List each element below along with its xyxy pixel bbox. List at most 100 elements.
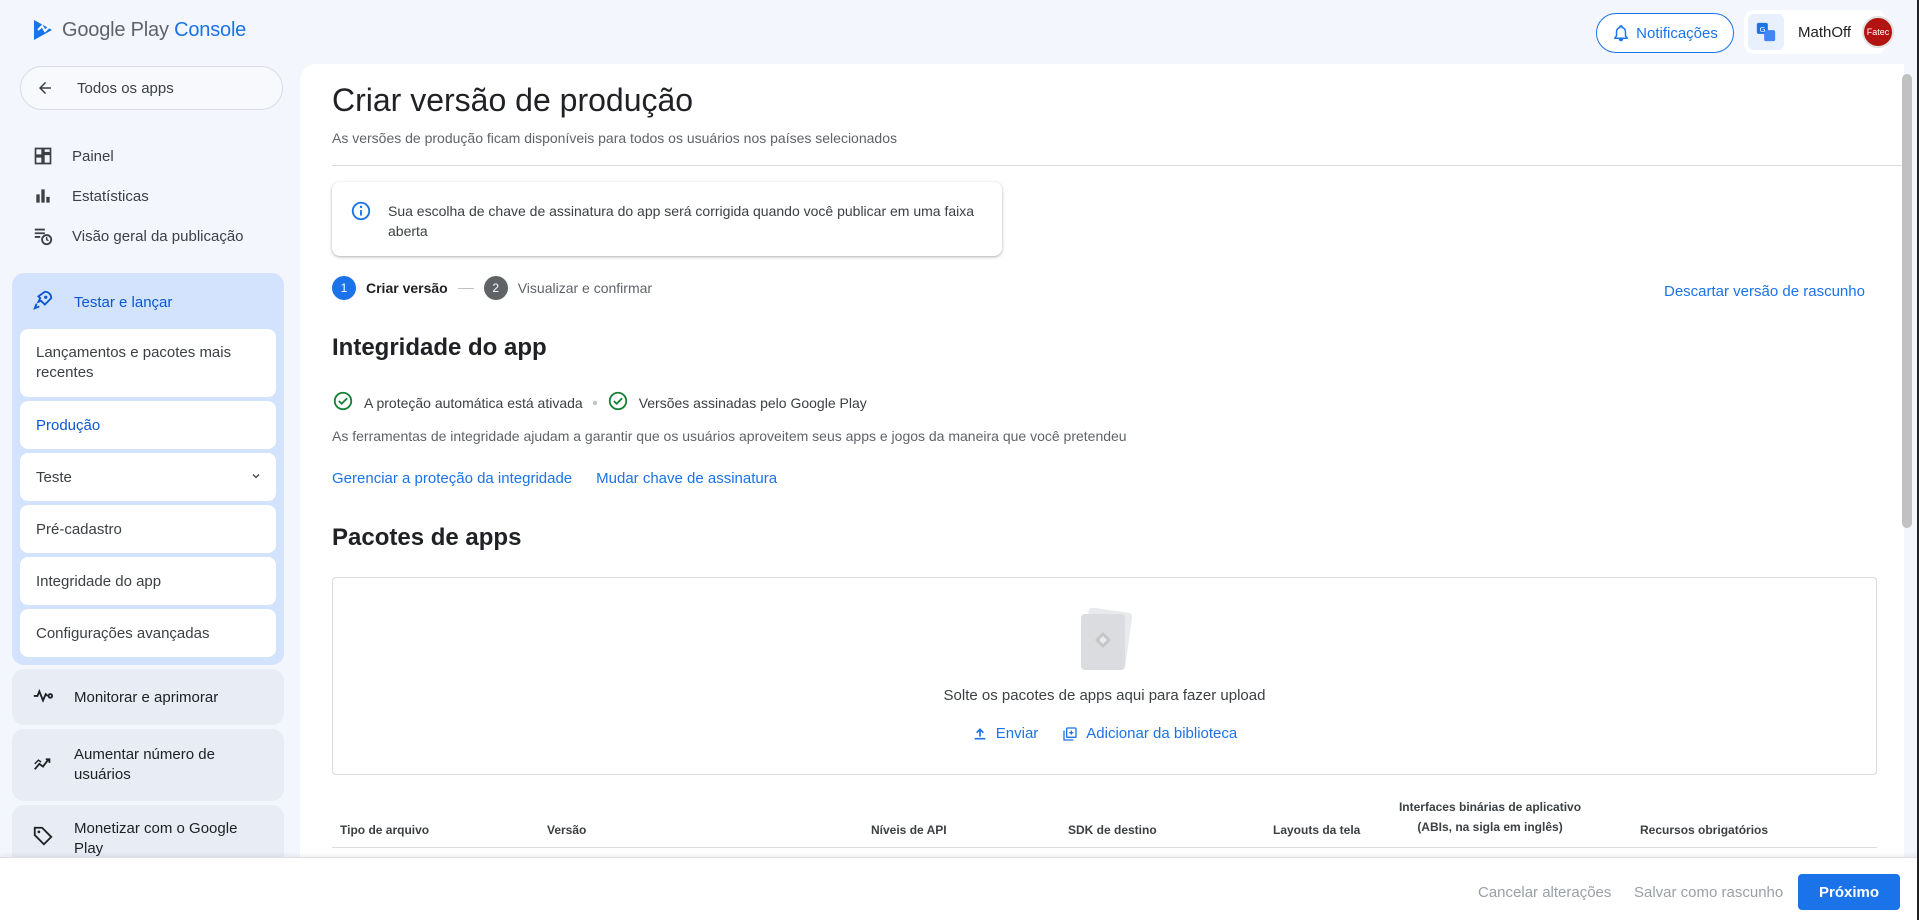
check-circle-icon — [607, 390, 629, 415]
sidebar-group-label: Testar e lançar — [74, 293, 173, 311]
top-bar: Google Play Console Notificações G MathO… — [0, 0, 1919, 64]
integrity-section-title: Integridade do app — [332, 334, 547, 361]
sidebar-item-latest-releases[interactable]: Lançamentos e pacotes mais recentes — [20, 329, 276, 397]
add-from-library-button[interactable]: Adicionar da biblioteca — [1062, 725, 1237, 742]
page-title: Criar versão de produção — [332, 82, 694, 118]
upload-icon — [974, 727, 986, 739]
step-1-label: Criar versão — [366, 280, 448, 296]
sidebar-item-monitor[interactable]: Monitorar e aprimorar — [12, 669, 284, 725]
next-button[interactable]: Próximo — [1798, 874, 1900, 910]
notifications-button[interactable]: Notificações — [1596, 13, 1734, 53]
separator-dot — [592, 400, 597, 405]
bundles-section-title: Pacotes de apps — [332, 524, 522, 551]
step-2-number: 2 — [483, 276, 508, 300]
dropzone-text: Solte os pacotes de apps aqui para fazer… — [943, 687, 1266, 704]
column-file-type: Tipo de arquivo — [340, 823, 430, 837]
bar-chart-icon — [32, 185, 54, 207]
library-add-icon — [1063, 726, 1077, 741]
integrity-check-1: A proteção automática está ativada — [364, 394, 583, 411]
discard-draft-link[interactable]: Descartar versão de rascunho — [1664, 283, 1865, 300]
stepper: 1 Criar versão 2 Visualizar e confirmar — [332, 276, 652, 300]
sidebar-item-dashboard[interactable]: Painel — [32, 145, 114, 167]
change-signing-key-link[interactable]: Mudar chave de assinatura — [596, 470, 777, 487]
sidebar-subitem-label: Pré-cadastro — [36, 520, 122, 538]
all-apps-button[interactable]: Todos os apps — [20, 66, 283, 110]
tag-icon — [32, 825, 56, 853]
sidebar-item-production[interactable]: Produção — [20, 401, 276, 449]
sidebar-card-label: Aumentar número de usuários — [74, 746, 215, 783]
cancel-changes-button[interactable]: Cancelar alterações — [1478, 884, 1611, 901]
integrity-description: As ferramentas de integridade ajudam a g… — [332, 428, 1127, 444]
dashboard-icon — [32, 145, 54, 167]
app-bundle-dropzone[interactable]: Solte os pacotes de apps aqui para fazer… — [332, 577, 1877, 775]
sidebar-item-label: Estatísticas — [72, 187, 149, 205]
divider — [332, 165, 1904, 166]
bell-icon — [1614, 25, 1628, 42]
sidebar-item-grow-users[interactable]: Aumentar número de usuários — [12, 729, 284, 801]
all-apps-label: Todos os apps — [77, 79, 174, 97]
account-name: MathOff — [1798, 23, 1852, 41]
bottom-action-bar: Cancelar alterações Salvar como rascunho… — [0, 857, 1919, 920]
manage-integrity-link[interactable]: Gerenciar a proteção da integridade — [332, 470, 572, 487]
column-version: Versão — [547, 823, 587, 837]
sidebar-item-statistics[interactable]: Estatísticas — [32, 185, 149, 207]
sidebar-card-label: Monitorar e aprimorar — [74, 688, 219, 706]
integrity-status: A proteção automática está ativada Versõ… — [332, 390, 867, 415]
column-screen-layouts: Layouts da tela — [1273, 823, 1361, 837]
save-draft-button[interactable]: Salvar como rascunho — [1634, 884, 1783, 901]
growth-icon — [32, 751, 56, 779]
info-icon — [350, 200, 372, 227]
pulse-icon — [32, 684, 56, 710]
sidebar-card-label: Monetizar com o Google Play — [74, 820, 238, 857]
upload-button[interactable]: Enviar — [972, 725, 1039, 742]
scrollbar[interactable] — [1902, 74, 1912, 528]
dropzone-actions: Enviar Adicionar da biblioteca — [333, 725, 1876, 742]
sidebar-item-app-integrity[interactable]: Integridade do app — [20, 557, 276, 605]
notifications-label: Notificações — [1636, 24, 1718, 42]
check-circle-icon — [332, 390, 354, 415]
step-connector — [457, 287, 474, 289]
column-abis-line1: Interfaces binárias de aplicativo — [1398, 800, 1582, 814]
sidebar-group-header[interactable]: Testar e lançar — [32, 289, 172, 315]
column-required-features: Recursos obrigatórios — [1640, 823, 1769, 837]
sidebar-item-publishing-overview[interactable]: Visão geral da publicação — [32, 225, 244, 247]
avatar[interactable]: Fatec — [1862, 16, 1894, 48]
arrow-back-icon — [39, 82, 51, 94]
integrity-links: Gerenciar a proteção da integridade Muda… — [332, 470, 777, 487]
play-console-logo[interactable]: Google Play Console — [32, 18, 246, 42]
sidebar-subitem-label: Produção — [36, 416, 101, 434]
publishing-overview-icon — [32, 225, 54, 247]
info-text: Sua escolha de chave de assinatura do ap… — [388, 203, 975, 239]
chevron-down-icon — [250, 469, 262, 486]
sidebar: Todos os apps Painel Estatísticas Visão … — [0, 64, 300, 877]
sidebar-item-advanced-settings[interactable]: Configurações avançadas — [20, 609, 276, 657]
step-1-number: 1 — [332, 276, 356, 300]
logo-text: Google Play Console — [62, 18, 247, 41]
column-api-levels: Níveis de API — [871, 823, 947, 837]
page-subtitle: As versões de produção ficam disponíveis… — [332, 130, 897, 146]
sidebar-item-label: Painel — [72, 147, 114, 165]
column-target-sdk: SDK de destino — [1068, 823, 1157, 837]
play-console-logo-icon — [34, 20, 52, 40]
bundle-illustration-icon — [1073, 606, 1137, 676]
add-from-library-label: Adicionar da biblioteca — [1086, 725, 1238, 742]
sidebar-subitem-label: Integridade do app — [36, 572, 162, 590]
column-abis: Interfaces binárias de aplicativo (ABIs,… — [1380, 797, 1600, 837]
sidebar-item-label: Visão geral da publicação — [72, 227, 244, 245]
main-content: Criar versão de produção As versões de p… — [300, 64, 1904, 858]
bundles-table-header: Tipo de arquivo Versão Níveis de API SDK… — [332, 798, 1877, 848]
column-abis-line2: (ABIs, na sigla em inglês) — [1417, 820, 1563, 834]
integrity-check-2: Versões assinadas pelo Google Play — [638, 394, 867, 411]
sidebar-subitem-label: Lançamentos e pacotes mais recentes — [36, 344, 232, 381]
sidebar-item-pre-registration[interactable]: Pré-cadastro — [20, 505, 276, 553]
info-banner: Sua escolha de chave de assinatura do ap… — [332, 182, 1002, 256]
translate-icon: G — [1748, 14, 1784, 50]
upload-label: Enviar — [995, 725, 1039, 742]
rocket-icon — [32, 289, 56, 315]
sidebar-subitem-label: Teste — [36, 468, 72, 486]
sidebar-subitem-label: Configurações avançadas — [36, 624, 210, 642]
sidebar-group-test-and-release: Testar e lançar Lançamentos e pacotes ma… — [12, 273, 284, 665]
svg-text:G: G — [1760, 25, 1766, 34]
step-2-label: Visualizar e confirmar — [517, 280, 653, 296]
sidebar-item-testing[interactable]: Teste — [20, 453, 276, 501]
